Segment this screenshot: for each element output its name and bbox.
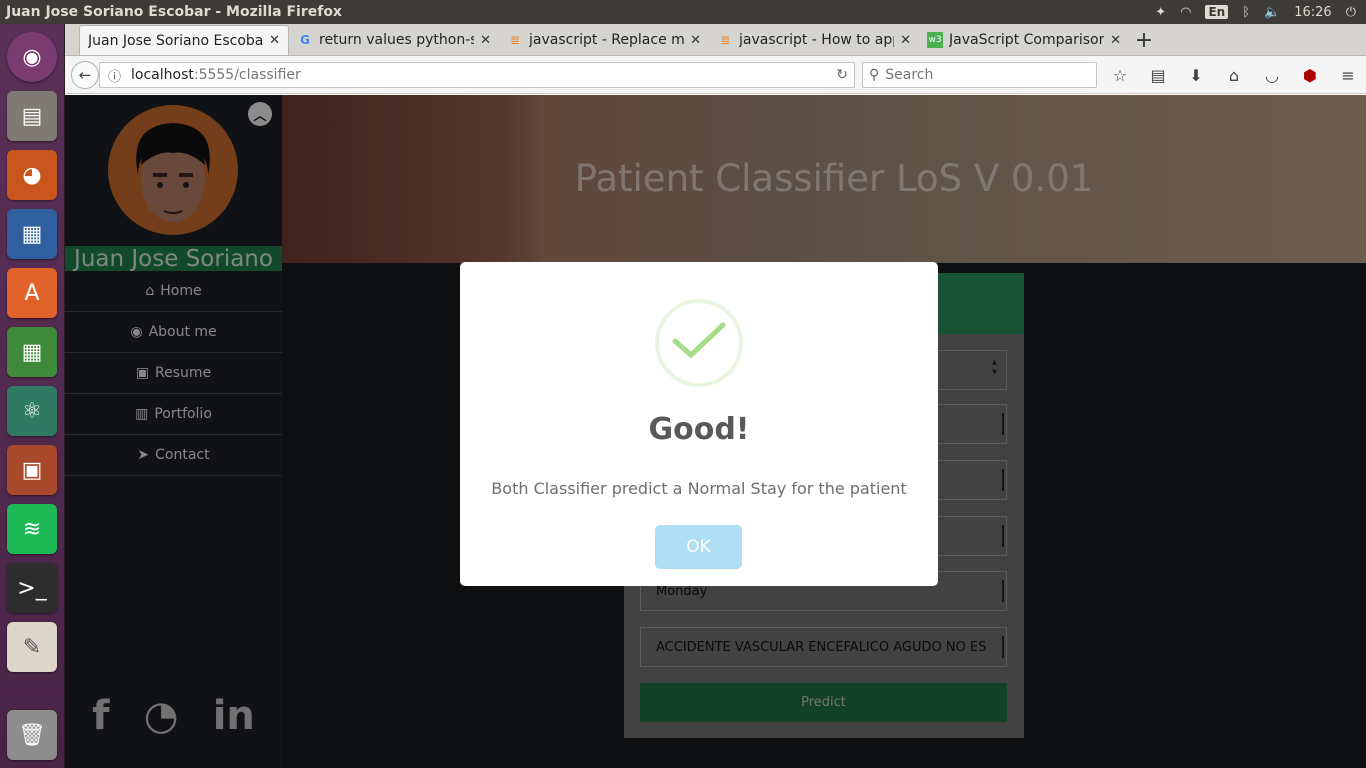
reload-icon[interactable]: ↻ bbox=[836, 67, 848, 83]
tab-title: return values python-s bbox=[319, 32, 475, 48]
hamburger-menu-icon[interactable]: ≡ bbox=[1336, 66, 1360, 85]
window-title: Juan Jose Soriano Escobar - Mozilla Fire… bbox=[6, 4, 342, 20]
reading-list-icon[interactable]: ▤ bbox=[1146, 66, 1170, 85]
close-tab-icon[interactable]: ✕ bbox=[690, 33, 701, 48]
search-input[interactable] bbox=[885, 67, 1086, 83]
tab-title: Juan Jose Soriano Escobar bbox=[88, 32, 264, 49]
calc-icon[interactable]: ▦ bbox=[7, 327, 57, 377]
home-icon[interactable]: ⌂ bbox=[1222, 66, 1246, 85]
firefox-icon[interactable]: ◕ bbox=[7, 150, 57, 200]
tab-title: javascript - How to app bbox=[739, 32, 895, 48]
url-path: :5555/classifier bbox=[193, 67, 301, 83]
tab-stackoverflow-2[interactable]: ≣ javascript - How to app ✕ bbox=[709, 25, 919, 55]
writer-icon[interactable]: ▦ bbox=[7, 209, 57, 259]
clock[interactable]: 16:26 bbox=[1294, 5, 1331, 20]
dialog-title: Good! bbox=[648, 412, 750, 447]
terminal-icon[interactable]: >_ bbox=[7, 563, 57, 613]
tab-strip: Juan Jose Soriano Escobar ✕ G return val… bbox=[65, 24, 1366, 56]
page-content: ︿ Juan Jose Soriano ⌂ Home ◉ About me ▣ … bbox=[65, 95, 1366, 768]
success-dialog: Good! Both Classifier predict a Normal S… bbox=[460, 262, 938, 586]
close-tab-icon[interactable]: ✕ bbox=[480, 33, 491, 48]
launcher: ◉ ▤ ◕ ▦ A ▦ ⚛ ▣ ≋ >_ ✎ 🗑 bbox=[0, 24, 65, 768]
volume-icon[interactable]: 🔈 bbox=[1264, 5, 1280, 20]
w3-icon: w3 bbox=[927, 32, 943, 48]
close-tab-icon[interactable]: ✕ bbox=[269, 33, 280, 48]
search-icon: ⚲ bbox=[869, 67, 880, 83]
tab-google[interactable]: G return values python-s ✕ bbox=[289, 25, 499, 55]
tab-title: JavaScript Comparison bbox=[949, 32, 1105, 48]
new-tab-button[interactable]: + bbox=[1129, 25, 1159, 55]
pocket-icon[interactable]: ◡ bbox=[1260, 66, 1284, 85]
trash-icon[interactable]: 🗑 bbox=[7, 710, 57, 760]
stackoverflow-icon: ≣ bbox=[719, 33, 731, 47]
success-check-icon bbox=[655, 299, 743, 387]
close-tab-icon[interactable]: ✕ bbox=[1110, 33, 1121, 48]
navigation-bar: ← ⓘ localhost:5555/classifier ↻ ⚲ ☆ ▤ ⬇ … bbox=[65, 56, 1366, 94]
google-icon: G bbox=[300, 33, 310, 47]
browser-window: Juan Jose Soriano Escobar ✕ G return val… bbox=[65, 24, 1366, 768]
tab-stackoverflow-1[interactable]: ≣ javascript - Replace mu ✕ bbox=[499, 25, 709, 55]
ok-button[interactable]: OK bbox=[655, 525, 742, 569]
bluetooth-icon[interactable]: ᛒ bbox=[1242, 5, 1250, 20]
info-icon[interactable]: ⓘ bbox=[108, 66, 121, 85]
impress-icon[interactable]: ▣ bbox=[7, 445, 57, 495]
dropbox-icon[interactable]: ✦ bbox=[1155, 5, 1166, 20]
tab-title: javascript - Replace mu bbox=[529, 32, 685, 48]
power-icon[interactable]: ⏻ bbox=[1346, 5, 1356, 20]
text-editor-icon[interactable]: ✎ bbox=[7, 622, 57, 672]
search-box[interactable]: ⚲ bbox=[862, 62, 1097, 88]
spotify-icon[interactable]: ≋ bbox=[7, 504, 57, 554]
keyboard-layout[interactable]: En bbox=[1205, 5, 1229, 19]
stackoverflow-icon: ≣ bbox=[509, 33, 521, 47]
tab-juan-jose[interactable]: Juan Jose Soriano Escobar ✕ bbox=[79, 25, 289, 55]
url-bar[interactable]: ⓘ localhost:5555/classifier ↻ bbox=[99, 62, 855, 88]
bookmark-star-icon[interactable]: ☆ bbox=[1108, 66, 1132, 85]
ublock-icon[interactable]: ⬢ bbox=[1298, 66, 1322, 85]
dialog-message: Both Classifier predict a Normal Stay fo… bbox=[491, 479, 907, 498]
ubuntu-dash-icon[interactable]: ◉ bbox=[7, 32, 57, 82]
download-icon[interactable]: ⬇ bbox=[1184, 66, 1208, 85]
wifi-icon[interactable]: ◠ bbox=[1180, 5, 1191, 20]
atom-icon[interactable]: ⚛ bbox=[7, 386, 57, 436]
files-icon[interactable]: ▤ bbox=[7, 91, 57, 141]
system-top-bar: Juan Jose Soriano Escobar - Mozilla Fire… bbox=[0, 0, 1366, 24]
software-center-icon[interactable]: A bbox=[7, 268, 57, 318]
toolbar: ☆ ▤ ⬇ ⌂ ◡ ⬢ ≡ bbox=[1108, 62, 1360, 88]
tab-w3schools[interactable]: w3 JavaScript Comparison ✕ bbox=[919, 25, 1129, 55]
url-host: localhost bbox=[131, 67, 194, 83]
close-tab-icon[interactable]: ✕ bbox=[900, 33, 911, 48]
back-button[interactable]: ← bbox=[71, 60, 99, 89]
